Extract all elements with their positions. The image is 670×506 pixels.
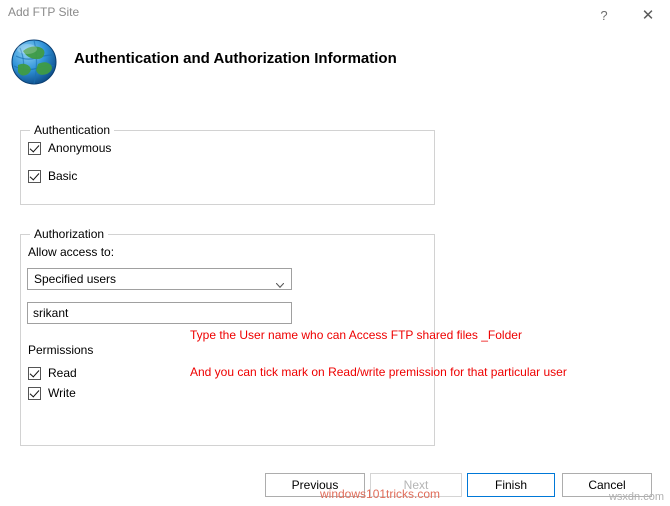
add-ftp-site-dialog: Add FTP Site ? ✕ Authentication and Auth… <box>0 0 670 506</box>
checkbox-anonymous-box[interactable] <box>28 141 41 155</box>
watermark-corner: wsxdn.com <box>608 491 664 503</box>
permissions-label: Permissions <box>28 343 94 357</box>
allow-access-label: Allow access to: <box>28 245 115 259</box>
window-title: Add FTP Site <box>8 5 80 19</box>
checkbox-write-label: Write <box>48 386 76 400</box>
checkbox-write-box[interactable] <box>28 386 41 400</box>
page-title: Authentication and Authorization Informa… <box>74 50 397 67</box>
checkbox-basic-box[interactable] <box>28 169 41 183</box>
checkbox-basic-label: Basic <box>48 169 78 183</box>
username-field[interactable]: srikant <box>27 302 292 324</box>
help-button[interactable]: ? <box>582 0 626 30</box>
checkbox-read[interactable]: Read <box>28 366 77 380</box>
window-controls: ? ✕ <box>582 0 670 30</box>
allow-access-select-value: Specified users <box>34 272 117 286</box>
dialog-header: Authentication and Authorization Informa… <box>0 30 670 95</box>
checkbox-read-box[interactable] <box>28 366 41 380</box>
checkbox-basic[interactable]: Basic <box>28 169 77 183</box>
authentication-legend: Authentication <box>30 123 115 137</box>
chevron-down-icon[interactable] <box>275 277 285 289</box>
username-field-value: srikant <box>33 306 69 320</box>
globe-icon <box>10 38 58 86</box>
annotation-username: Type the User name who can Access FTP sh… <box>190 328 522 342</box>
close-icon[interactable]: ✕ <box>626 0 670 30</box>
annotation-permissions: And you can tick mark on Read/write prem… <box>190 365 567 379</box>
checkbox-read-label: Read <box>48 366 77 380</box>
finish-button[interactable]: Finish <box>467 473 555 497</box>
checkbox-anonymous[interactable]: Anonymous <box>28 141 111 155</box>
watermark-center: windows101tricks.com <box>320 487 441 501</box>
checkbox-anonymous-label: Anonymous <box>48 141 112 155</box>
checkbox-write[interactable]: Write <box>28 386 76 400</box>
allow-access-select[interactable]: Specified users <box>27 268 292 290</box>
authorization-legend: Authorization <box>30 227 109 241</box>
title-bar: Add FTP Site ? ✕ <box>0 0 670 30</box>
